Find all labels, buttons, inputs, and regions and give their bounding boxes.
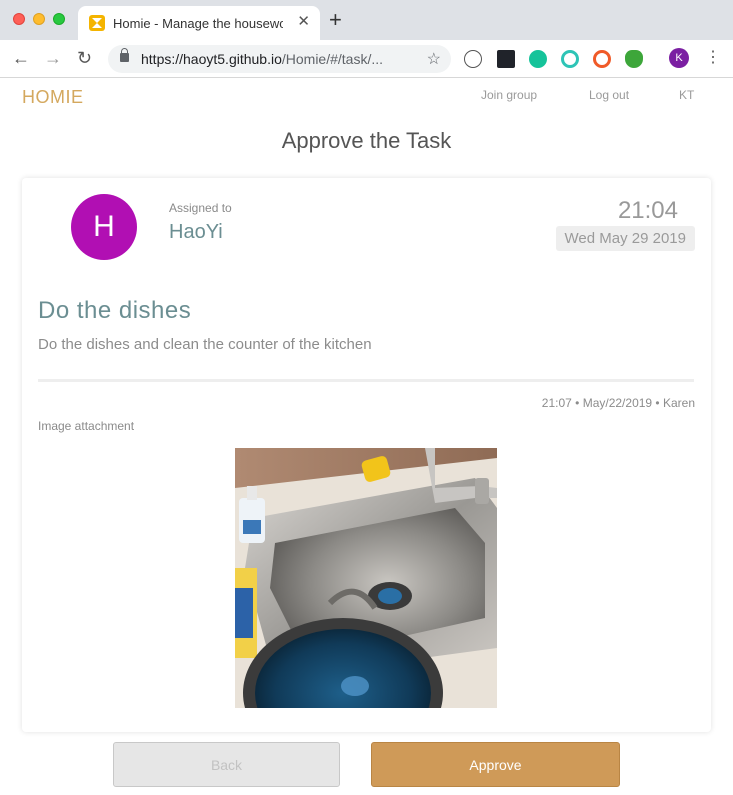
submission-meta: 21:07 • May/22/2019 • Karen — [541, 396, 695, 410]
app-header: HOMIE Join group Log out KT — [0, 79, 733, 113]
back-arrow-icon[interactable]: ← — [12, 48, 30, 68]
forward-arrow-icon[interactable]: → — [44, 48, 62, 68]
reload-icon[interactable]: ↻ — [77, 48, 92, 68]
url-text[interactable]: https://haoyt5.github.io/Homie/#/task/..… — [141, 51, 383, 67]
url-host: https://haoyt5.github.io — [141, 51, 282, 67]
profile-avatar[interactable]: K — [669, 48, 689, 68]
extension-swirl-icon[interactable] — [593, 50, 611, 68]
due-date-badge: Wed May 29 2019 — [555, 226, 695, 251]
address-bar[interactable]: https://haoyt5.github.io/Homie/#/task/..… — [108, 45, 451, 73]
join-group-link[interactable]: Join group — [481, 88, 537, 102]
new-tab-icon[interactable]: + — [329, 9, 342, 31]
image-attachment-label: Image attachment — [38, 419, 135, 433]
back-button[interactable]: Back — [113, 742, 340, 787]
more-menu-icon[interactable]: ⋮ — [705, 49, 721, 67]
url-path: /Homie/#/task/... — [281, 51, 384, 67]
page-title: Approve the Task — [281, 128, 452, 153]
task-title: Do the dishes — [38, 297, 192, 324]
tab-title: Homie - Manage the housewor — [113, 16, 283, 31]
submission-date: May/22/2019 — [582, 396, 653, 410]
user-initials-link[interactable]: KT — [679, 88, 694, 102]
assignee-name: HaoYi — [169, 221, 223, 243]
divider — [38, 379, 694, 382]
brand-logo[interactable]: HOMIE — [22, 87, 84, 108]
tab-close-icon[interactable]: ✕ — [297, 14, 310, 30]
window-minimize-button[interactable] — [33, 13, 45, 25]
browser-toolbar: ← → ↻ https://haoyt5.github.io/Homie/#/t… — [0, 40, 733, 78]
extension-code-icon[interactable] — [464, 50, 482, 68]
bookmark-star-icon[interactable]: ☆ — [427, 49, 441, 69]
lock-icon — [120, 48, 129, 62]
grammarly-icon[interactable] — [529, 50, 547, 68]
task-description: Do the dishes and clean the counter of t… — [38, 336, 372, 353]
browser-tab-bar: Homie - Manage the housewor ✕ + — [0, 0, 733, 40]
submission-user: Karen — [662, 396, 695, 410]
attachment-photo[interactable] — [235, 448, 497, 708]
window-close-button[interactable] — [13, 13, 25, 25]
sink-photo-illustration — [235, 448, 497, 708]
assigned-to-label: Assigned to — [169, 201, 232, 215]
approve-button[interactable]: Approve — [371, 742, 620, 787]
homie-favicon-icon — [89, 15, 105, 31]
task-card: H Assigned to HaoYi 21:04 Wed May 29 201… — [22, 178, 711, 732]
assignee-avatar: H — [71, 194, 137, 260]
window-maximize-button[interactable] — [53, 13, 65, 25]
evernote-icon[interactable] — [625, 50, 643, 68]
due-time: 21:04 — [617, 197, 678, 224]
browser-tab[interactable]: Homie - Manage the housewor ✕ — [78, 6, 320, 40]
log-out-link[interactable]: Log out — [589, 88, 629, 102]
submission-time: 21:07 — [541, 396, 572, 410]
react-devtools-icon[interactable] — [497, 50, 515, 68]
extension-target-icon[interactable] — [561, 50, 579, 68]
